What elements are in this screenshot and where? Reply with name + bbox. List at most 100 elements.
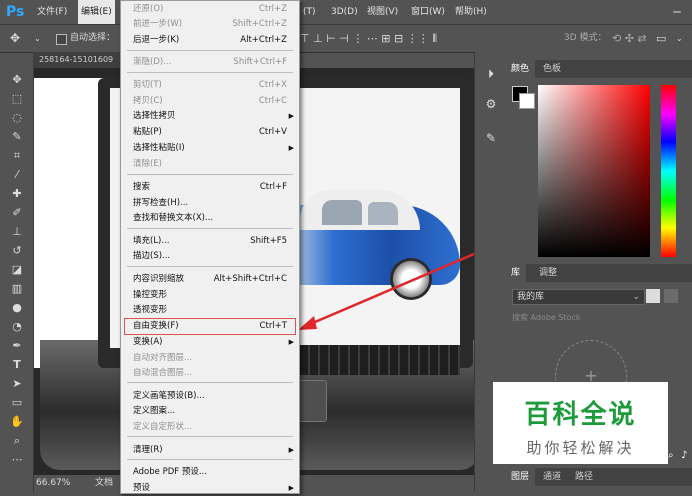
edit-menu-item[interactable]: 查找和替换文本(X)... (121, 211, 299, 226)
menu-separator (127, 72, 293, 73)
microphone-icon[interactable]: ♪ (681, 450, 691, 462)
edit-menu-item: 剪切(T) Ctrl+X (121, 78, 299, 93)
brush-tool-icon[interactable]: ✐ (8, 205, 26, 221)
library-panel-tabs: 库 调整 (505, 264, 692, 282)
menu-item-shortcut: Alt+Ctrl+Z (240, 35, 287, 45)
edit-menu-item[interactable]: 预设 ▶ (121, 481, 299, 496)
type-tool-icon[interactable]: T (8, 357, 26, 373)
edit-menu-item[interactable]: 粘贴(P) Ctrl+V (121, 125, 299, 140)
edit-menu-item: 自动对齐图层... (121, 351, 299, 366)
dodge-tool-icon[interactable]: ◔ (8, 319, 26, 335)
menu-item-shortcut: Ctrl+T (259, 321, 287, 331)
3d-tools-icons[interactable]: ⟲ ✣ ⇄ (612, 25, 647, 52)
clone-stamp-icon[interactable]: ⊥ (8, 224, 26, 240)
zoom-tool-icon[interactable]: ⌕ (8, 433, 26, 449)
eraser-icon[interactable]: ◪ (8, 262, 26, 278)
menu-window[interactable]: 窗口(W) (408, 0, 448, 24)
edit-menu-item[interactable]: 清理(R) ▶ (121, 443, 299, 458)
move-tool-icon[interactable]: ✥ (8, 72, 26, 88)
history-panel-icon[interactable]: ⏵ (483, 66, 499, 82)
menu-edit[interactable]: 编辑(E) (78, 0, 115, 24)
edit-menu-item[interactable]: 定义画笔预设(B)... (121, 389, 299, 404)
zoom-level[interactable]: 66.67% (34, 475, 96, 492)
auto-select-checkbox[interactable] (56, 34, 67, 45)
menu-separator (127, 459, 293, 460)
car-image-window (322, 200, 362, 225)
menu-help[interactable]: 帮助(H) (452, 0, 490, 24)
gradient-tool-icon[interactable]: ▥ (8, 281, 26, 297)
menu-item-label: 清理(R) (133, 445, 163, 455)
color-picker-field[interactable] (538, 85, 650, 257)
edit-menu-item[interactable]: 变换(A) ▶ (121, 335, 299, 350)
menu-item-label: 渐隐(D)... (133, 57, 172, 67)
menu-type[interactable]: (T) (300, 0, 319, 24)
edit-menu-item[interactable]: 定义图案... (121, 404, 299, 419)
chevron-down-icon[interactable]: ⌄ (676, 25, 683, 52)
edit-menu-item[interactable]: 透视变形 (121, 303, 299, 318)
menu-item-label: 查找和替换文本(X)... (133, 213, 214, 223)
edit-menu-item[interactable]: 选择性粘贴(I) ▶ (121, 141, 299, 156)
healing-brush-icon[interactable]: ✚ (8, 186, 26, 202)
menu-item-label: 定义自定形状... (133, 422, 193, 432)
move-tool-icon[interactable]: ✥ (10, 25, 20, 52)
edit-menu-item[interactable]: 操控变形 (121, 288, 299, 303)
document-tab[interactable]: 258164-15101609 (33, 52, 129, 68)
pen-tool-icon[interactable]: ✒ (8, 338, 26, 354)
tab-swatches[interactable]: 色板 (537, 60, 567, 78)
brush-panel-icon[interactable]: ✎ (483, 130, 499, 146)
tab-adjustments[interactable]: 调整 (533, 264, 563, 282)
quick-select-icon[interactable]: ✎ (8, 129, 26, 145)
menu-item-shortcut: Shift+Ctrl+F (233, 57, 287, 67)
blur-tool-icon[interactable]: ● (8, 300, 26, 316)
menu-item-label: 还原(O) (133, 4, 164, 14)
crop-tool-icon[interactable]: ⌗ (8, 148, 26, 164)
edit-menu-item[interactable]: Adobe PDF 预设... (121, 465, 299, 480)
chevron-down-icon: ⌄ (632, 292, 640, 302)
library-select[interactable]: 我的库 ⌄ (512, 289, 645, 305)
edit-menu-item[interactable]: 填充(L)... Shift+F5 (121, 234, 299, 249)
edit-menu-item[interactable]: 搜索 Ctrl+F (121, 180, 299, 195)
menu-3d[interactable]: 3D(D) (328, 0, 361, 24)
layers-panel-tabs: 图层 通道 路径 (505, 468, 692, 486)
path-select-icon[interactable]: ➤ (8, 376, 26, 392)
edit-menu-item[interactable]: 自由变换(F) Ctrl+T (124, 318, 296, 335)
chevron-down-icon[interactable]: ⌄ (34, 25, 41, 52)
hand-tool-icon[interactable]: ✋ (8, 414, 26, 430)
eyedropper-icon[interactable]: ⁄ (8, 167, 26, 183)
menu-file[interactable]: 文件(F) (34, 0, 70, 24)
background-color-swatch[interactable] (519, 93, 535, 109)
menu-separator (127, 50, 293, 51)
list-view-button[interactable] (664, 289, 678, 303)
history-brush-icon[interactable]: ↺ (8, 243, 26, 259)
edit-menu-item[interactable]: 选择性拷贝 ▶ (121, 109, 299, 124)
grid-view-button[interactable] (646, 289, 660, 303)
menu-view[interactable]: 视图(V) (364, 0, 401, 24)
tab-libraries[interactable]: 库 (505, 264, 527, 282)
tab-channels[interactable]: 通道 (537, 468, 567, 486)
menu-separator (127, 228, 293, 229)
edit-menu-item: 自动混合图层... (121, 366, 299, 381)
menu-item-label: 自动混合图层... (133, 368, 193, 378)
edit-menu-item[interactable]: 内容识别缩放 Alt+Shift+Ctrl+C (121, 272, 299, 287)
edit-menu-item[interactable]: 后退一步(K) Alt+Ctrl+Z (121, 33, 299, 48)
hue-slider[interactable] (661, 85, 676, 257)
workspace-icon[interactable]: ▭ (656, 25, 666, 52)
rectangle-tool-icon[interactable]: ▭ (8, 395, 26, 411)
search-icon[interactable]: ⌕ (668, 450, 680, 462)
edit-menu-item[interactable]: 描边(S)... (121, 249, 299, 264)
edit-menu-item[interactable]: 拼写检查(H)... (121, 196, 299, 211)
stock-search-input[interactable]: 搜索 Adobe Stock (512, 311, 682, 325)
watermark-subtitle: 助你轻松解决 (526, 439, 635, 457)
align-icons[interactable]: ⊤ ⊥ ⊢ ⊣ ⋮ ⋯ ⊞ ⊟ ⋮⋮ ⦀ (300, 25, 437, 52)
tab-paths[interactable]: 路径 (569, 468, 599, 486)
more-tools-icon[interactable]: ⋯ (8, 452, 26, 468)
photoshop-logo: Ps (6, 4, 25, 20)
tab-color[interactable]: 颜色 (505, 60, 536, 78)
properties-panel-icon[interactable]: ⚙ (483, 96, 499, 112)
menu-item-shortcut: Alt+Shift+Ctrl+C (213, 274, 287, 284)
minimize-icon[interactable]: ─ (670, 5, 684, 19)
lasso-tool-icon[interactable]: ◌ (8, 110, 26, 126)
menu-item-shortcut: Ctrl+F (259, 182, 287, 192)
marquee-tool-icon[interactable]: ⬚ (8, 91, 26, 107)
tab-layers[interactable]: 图层 (505, 468, 536, 486)
